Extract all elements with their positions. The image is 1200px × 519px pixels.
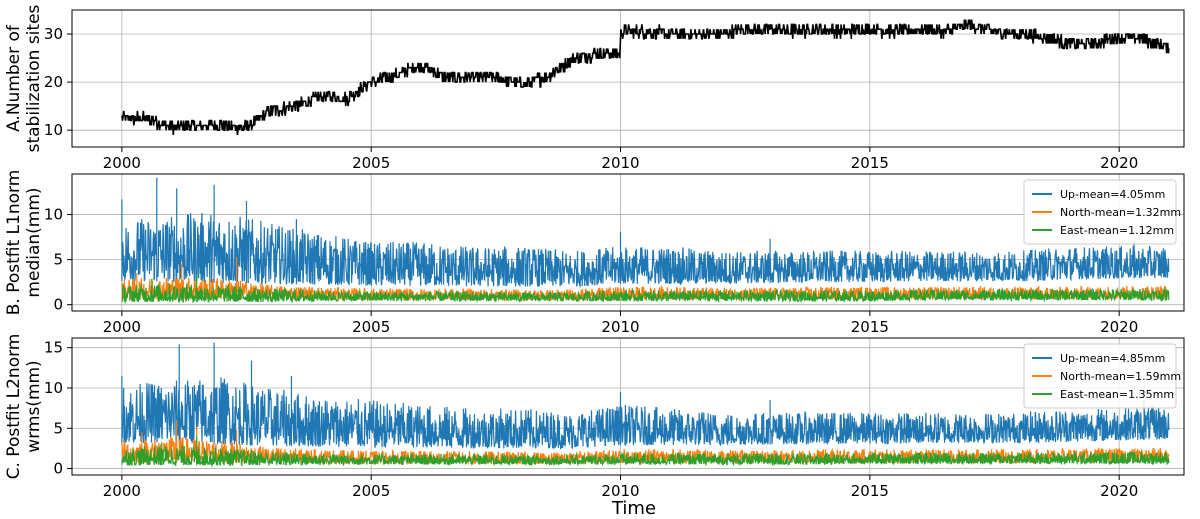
- panel-b-xtick-label-2005: 2005: [352, 318, 390, 336]
- panel-b-legend-label-2: East-mean=1.12mm: [1060, 224, 1174, 237]
- panel-a-ylabel-line-0: A.Number of: [4, 24, 24, 132]
- panel-c-ylabel-line-0: C. Postfit L2norm: [4, 334, 24, 480]
- panel-c-legend-label-1: North-mean=1.59mm: [1060, 370, 1181, 383]
- panel-c-xtick-label-2005: 2005: [352, 482, 390, 500]
- panel-a-xtick-label-2010: 2010: [601, 154, 639, 172]
- panel-c-ytick-label-0: 0: [53, 460, 63, 478]
- panel-a-ytick-label-30: 30: [44, 25, 63, 43]
- panel-b-xtick-label-2010: 2010: [601, 318, 639, 336]
- panel-a-ytick-label-10: 10: [44, 121, 63, 139]
- panel-c-ytick-label-15: 15: [44, 339, 63, 357]
- panel-b-ytick-label-0: 0: [53, 296, 63, 314]
- panel-c-ytick-label-5: 5: [53, 419, 63, 437]
- figure: 2000 2005 2010 2015 2020 10 20 30 A.Number of sta…: [0, 0, 1200, 519]
- panel-a-xtick-label-2015: 2015: [851, 154, 889, 172]
- panel-b-xtick-label-2000: 2000: [103, 318, 141, 336]
- panel-c-legend: Up-mean=4.85mm North-mean=1.59mm East-mean…: [1023, 343, 1181, 409]
- panel-c-xtick-label-2020: 2020: [1100, 482, 1138, 500]
- panel-c-ylabel-line-1: wrms(mm): [24, 360, 44, 452]
- panel-b-xtick-label-2020: 2020: [1100, 318, 1138, 336]
- x-axis-label: Time: [611, 498, 656, 519]
- panel-b-xtick-label-2015: 2015: [851, 318, 889, 336]
- panel-b-ytick-label-5: 5: [53, 251, 63, 269]
- panel-a-xtick-label-2020: 2020: [1100, 154, 1138, 172]
- panel-c-xtick-label-2015: 2015: [851, 482, 889, 500]
- panel-a-ylabel-line-1: stabilization sites: [24, 4, 44, 152]
- panel-c-xtick-label-2000: 2000: [103, 482, 141, 500]
- panel-b-ylabel-line-1: median(mm): [24, 187, 44, 297]
- panel-c-ytick-label-10: 10: [44, 379, 63, 397]
- panel-b-ytick-label-10: 10: [44, 206, 63, 224]
- panel-b-legend: Up-mean=4.05mm North-mean=1.32mm East-mean…: [1023, 179, 1181, 245]
- panel-a-xtick-label-2005: 2005: [352, 154, 390, 172]
- panel-a-ytick-label-20: 20: [44, 73, 63, 91]
- panel-b-legend-label-0: Up-mean=4.05mm: [1060, 188, 1165, 201]
- panel-a-xtick-label-2000: 2000: [103, 154, 141, 172]
- panel-b-legend-label-1: North-mean=1.32mm: [1060, 206, 1181, 219]
- panel-c-legend-label-0: Up-mean=4.85mm: [1060, 352, 1165, 365]
- panel-c-legend-label-2: East-mean=1.35mm: [1060, 388, 1174, 401]
- panel-b-ylabel-line-0: B. Postfit L1norm: [4, 170, 24, 316]
